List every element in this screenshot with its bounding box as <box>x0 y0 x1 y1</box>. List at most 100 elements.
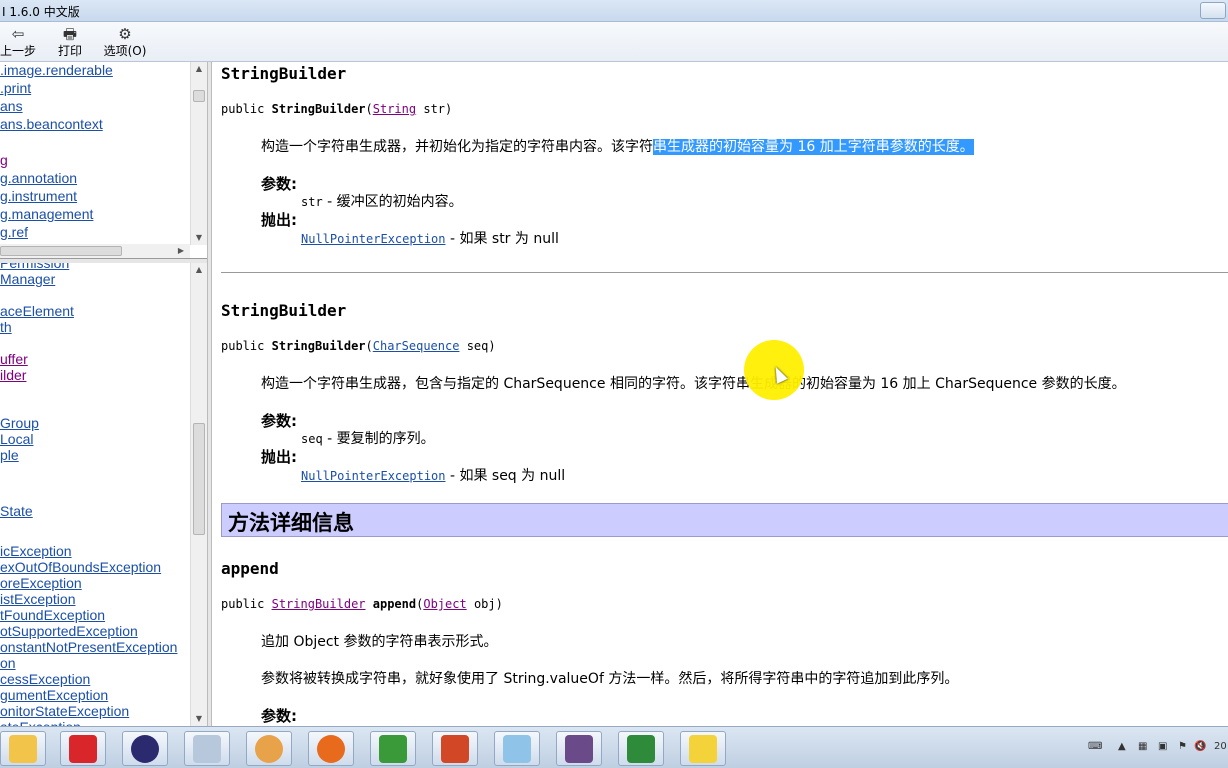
throws-label: 抛出: <box>261 211 297 229</box>
divider <box>221 272 1228 273</box>
tray-expand-icon[interactable]: ▲ <box>1118 741 1126 752</box>
package-link[interactable]: .print <box>0 80 31 96</box>
throws-detail: NullPointerException - 如果 str 为 null <box>301 228 559 248</box>
scroll-up-icon[interactable]: ▲ <box>191 62 207 76</box>
type-link[interactable]: CharSequence <box>373 339 460 353</box>
doc-content: StringBuilder public StringBuilder(Strin… <box>212 62 1228 726</box>
selected-text[interactable]: 串生成器的初始容量为 16 加上字符串参数的长度。 <box>653 139 974 155</box>
package-list-pane: .image.renderable .print ans ans.beancon… <box>0 62 207 259</box>
adobe-icon[interactable] <box>60 731 106 766</box>
class-link[interactable]: istException <box>0 591 75 607</box>
scroll-down-icon[interactable]: ▼ <box>191 712 207 726</box>
package-link[interactable]: g.management <box>0 206 93 222</box>
exception-link[interactable]: NullPointerException <box>301 469 446 483</box>
sig-param: str) <box>423 102 453 116</box>
ctor2-signature: public StringBuilder(CharSequence seq) <box>221 339 496 353</box>
class-link[interactable]: on <box>0 655 16 671</box>
class-link[interactable]: gumentException <box>0 687 108 703</box>
class-link[interactable]: aceElement <box>0 303 74 319</box>
device-icon[interactable]: ▣ <box>1158 741 1167 752</box>
network-icon[interactable]: ▦ <box>1138 741 1147 752</box>
sig-name: StringBuilder <box>271 102 366 116</box>
class-link[interactable]: cessException <box>0 671 90 687</box>
return-type-link[interactable]: StringBuilder <box>272 597 366 611</box>
package-link[interactable]: .image.renderable <box>0 62 113 78</box>
class-link[interactable]: onitorStateException <box>0 703 129 719</box>
class-link[interactable]: otSupportedException <box>0 623 138 639</box>
title-bar: I 1.6.0 中文版 <box>0 0 1228 22</box>
class-link[interactable]: oreException <box>0 575 82 591</box>
options-button[interactable]: ⚙ 选项(O) <box>102 24 148 60</box>
class-list-pane: Permission Manager aceElement th uffer i… <box>0 263 207 726</box>
class-link[interactable]: exOutOfBoundsException <box>0 559 161 575</box>
params-label: 参数: <box>261 707 297 725</box>
class-vertical-scrollbar[interactable]: ▲ ▼ <box>190 263 207 726</box>
flag-icon[interactable]: ⚑ <box>1178 741 1187 752</box>
scroll-right-icon[interactable]: ▶ <box>178 244 184 258</box>
package-link[interactable]: g <box>0 152 8 168</box>
param-desc: - 要复制的序列。 <box>322 431 435 447</box>
section-title: 方法详细信息 <box>228 511 354 535</box>
volume-icon[interactable]: 🔇 <box>1194 741 1206 752</box>
calculator-icon[interactable] <box>184 731 230 766</box>
help-icon[interactable] <box>680 731 726 766</box>
class-link[interactable]: ilder <box>0 367 26 383</box>
print-button[interactable]: 🖶 打印 <box>54 24 86 60</box>
throws-label: 抛出: <box>261 448 297 466</box>
eclipse-icon[interactable] <box>122 731 168 766</box>
firefox-icon[interactable] <box>308 731 354 766</box>
throws-detail: NullPointerException - 如果 seq 为 null <box>301 465 565 485</box>
powerpoint-icon[interactable] <box>432 731 478 766</box>
sig-param: seq) <box>466 339 496 353</box>
package-link[interactable]: ans.beancontext <box>0 116 103 132</box>
sig-name: append <box>372 597 417 611</box>
package-link[interactable]: g.ref <box>0 224 28 240</box>
package-vertical-scrollbar[interactable]: ▲ ▼ <box>190 62 207 245</box>
package-horizontal-scrollbar[interactable]: ▶ <box>0 244 190 258</box>
class-link[interactable]: icException <box>0 543 72 559</box>
method-signature: public StringBuilder append(Object obj) <box>221 597 503 611</box>
package-link[interactable]: g.instrument <box>0 188 77 204</box>
back-button[interactable]: ⇦ 上一步 <box>0 24 36 60</box>
notepad-icon[interactable] <box>494 731 540 766</box>
class-link[interactable]: th <box>0 319 12 335</box>
desc-text: 构造一个字符串生成器，并初始化为指定的字符串内容。该字符 <box>261 139 653 155</box>
paint-icon[interactable] <box>246 731 292 766</box>
method-description-2: 参数将被转换成字符串，就好象使用了 String.valueOf 方法一样。然后… <box>261 671 959 687</box>
ctor1-description: 构造一个字符串生成器，并初始化为指定的字符串内容。该字符串生成器的初始容量为 1… <box>261 136 974 156</box>
sig-modifier: public <box>221 339 265 353</box>
scroll-up-icon[interactable]: ▲ <box>191 263 207 277</box>
remote-icon[interactable] <box>618 731 664 766</box>
system-tray: ⌨ ▲ ▦ ▣ ⚑ 🔇 20 <box>1078 727 1228 768</box>
class-link[interactable]: State <box>0 503 33 519</box>
class-link[interactable]: uffer <box>0 351 28 367</box>
class-link[interactable]: ple <box>0 447 19 463</box>
param-name: seq <box>301 432 323 446</box>
toolbar: ⇦ 上一步 🖶 打印 ⚙ 选项(O) <box>0 22 1228 62</box>
file-explorer-icon[interactable] <box>0 731 46 766</box>
params-label: 参数: <box>261 175 297 193</box>
package-link[interactable]: g.annotation <box>0 170 77 186</box>
class-link[interactable]: Permission <box>0 263 69 271</box>
package-link[interactable]: ans <box>0 98 23 114</box>
clock[interactable]: 20 <box>1214 741 1227 752</box>
scroll-thumb[interactable] <box>193 423 205 535</box>
class-link[interactable]: Group <box>0 415 39 431</box>
type-link[interactable]: String <box>373 102 416 116</box>
keyboard-icon[interactable]: ⌨ <box>1088 741 1102 752</box>
hscroll-thumb[interactable] <box>0 246 122 256</box>
class-link[interactable]: onstantNotPresentException <box>0 639 177 655</box>
scroll-down-icon[interactable]: ▼ <box>191 231 207 245</box>
class-link[interactable]: Local <box>0 431 33 447</box>
class-link[interactable]: tFoundException <box>0 607 105 623</box>
chart-icon[interactable] <box>370 731 416 766</box>
scroll-thumb[interactable] <box>193 90 205 102</box>
close-button[interactable] <box>1200 2 1226 19</box>
class-link[interactable]: ateException <box>0 719 81 726</box>
javaee-ide-icon[interactable] <box>556 731 602 766</box>
type-link[interactable]: Object <box>423 597 466 611</box>
param-detail: str - 缓冲区的初始内容。 <box>301 191 463 211</box>
param-desc: - 缓冲区的初始内容。 <box>322 194 463 210</box>
class-link[interactable]: Manager <box>0 271 55 287</box>
exception-link[interactable]: NullPointerException <box>301 232 446 246</box>
